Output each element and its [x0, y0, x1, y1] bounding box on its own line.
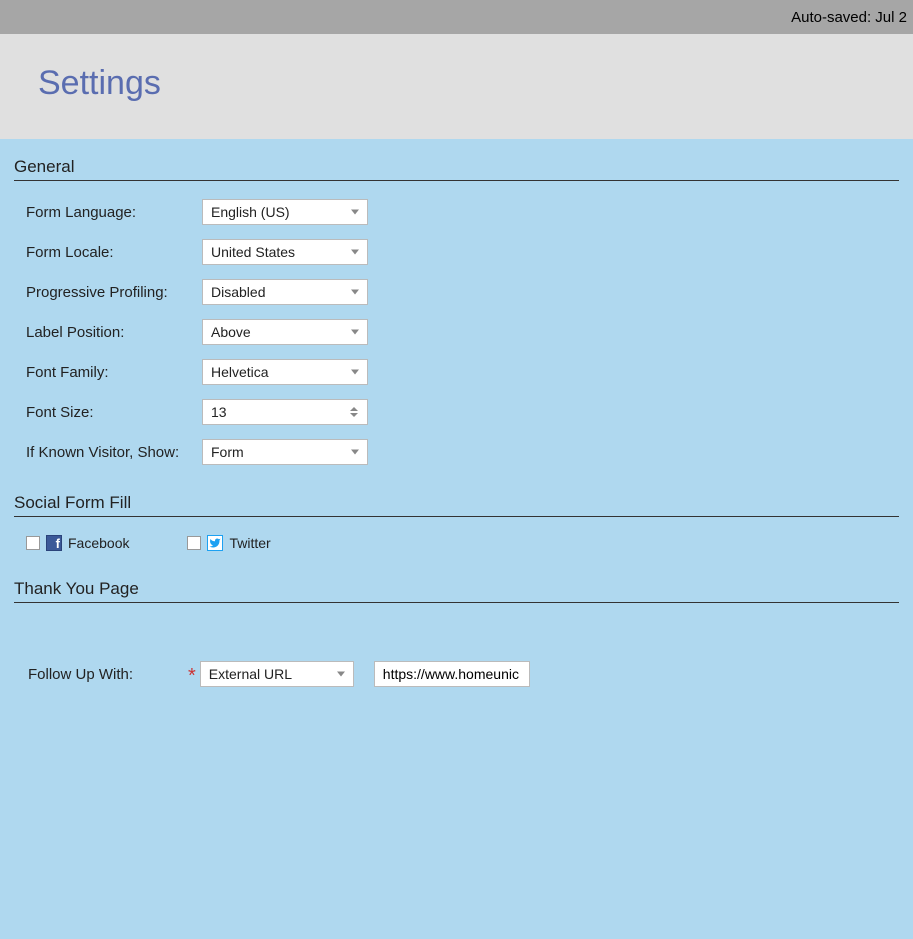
- known-visitor-label: If Known Visitor, Show:: [26, 444, 202, 461]
- followup-select[interactable]: External URL: [200, 661, 354, 687]
- followup-url-input[interactable]: [374, 661, 530, 687]
- chevron-up-icon: [350, 407, 358, 411]
- chevron-down-icon: [351, 210, 359, 215]
- chevron-down-icon: [337, 672, 345, 677]
- social-section: Social Form Fill f Facebook Twitter: [14, 493, 899, 551]
- top-bar: Auto-saved: Jul 2: [0, 0, 913, 34]
- page-header: Settings: [0, 34, 913, 139]
- stepper-icon[interactable]: [350, 400, 362, 424]
- label-position-row: Label Position: Above: [14, 319, 899, 345]
- settings-content: General Form Language: English (US) Form…: [0, 139, 913, 939]
- progressive-profiling-row: Progressive Profiling: Disabled: [14, 279, 899, 305]
- social-section-title: Social Form Fill: [14, 493, 899, 517]
- font-family-select[interactable]: Helvetica: [202, 359, 368, 385]
- form-language-select[interactable]: English (US): [202, 199, 368, 225]
- form-language-row: Form Language: English (US): [14, 199, 899, 225]
- form-language-label: Form Language:: [26, 204, 202, 221]
- font-size-row: Font Size: 13: [14, 399, 899, 425]
- thankyou-section: Thank You Page Follow Up With: * Externa…: [14, 579, 899, 687]
- font-family-value: Helvetica: [211, 364, 269, 380]
- autosave-status: Auto-saved: Jul 2: [791, 9, 907, 26]
- chevron-down-icon: [350, 413, 358, 417]
- twitter-option: Twitter: [187, 535, 270, 551]
- chevron-down-icon: [351, 370, 359, 375]
- chevron-down-icon: [351, 330, 359, 335]
- thankyou-section-title: Thank You Page: [14, 579, 899, 603]
- font-size-input[interactable]: 13: [202, 399, 368, 425]
- twitter-icon: [207, 535, 223, 551]
- progressive-profiling-value: Disabled: [211, 284, 265, 300]
- known-visitor-select[interactable]: Form: [202, 439, 368, 465]
- twitter-checkbox[interactable]: [187, 536, 201, 550]
- font-size-value: 13: [211, 404, 227, 420]
- progressive-profiling-select[interactable]: Disabled: [202, 279, 368, 305]
- progressive-profiling-label: Progressive Profiling:: [26, 284, 202, 301]
- facebook-checkbox[interactable]: [26, 536, 40, 550]
- twitter-label: Twitter: [229, 535, 270, 551]
- form-locale-value: United States: [211, 244, 295, 260]
- known-visitor-value: Form: [211, 444, 244, 460]
- label-position-label: Label Position:: [26, 324, 202, 341]
- facebook-option: f Facebook: [26, 535, 129, 551]
- page-title: Settings: [38, 64, 913, 103]
- font-size-label: Font Size:: [26, 404, 202, 421]
- form-locale-label: Form Locale:: [26, 244, 202, 261]
- label-position-value: Above: [211, 324, 251, 340]
- facebook-icon: f: [46, 535, 62, 551]
- followup-value: External URL: [209, 666, 292, 682]
- chevron-down-icon: [351, 290, 359, 295]
- form-locale-row: Form Locale: United States: [14, 239, 899, 265]
- chevron-down-icon: [351, 250, 359, 255]
- facebook-label: Facebook: [68, 535, 129, 551]
- font-family-label: Font Family:: [26, 364, 202, 381]
- font-family-row: Font Family: Helvetica: [14, 359, 899, 385]
- general-section-title: General: [14, 157, 899, 181]
- social-row: f Facebook Twitter: [14, 535, 899, 551]
- form-language-value: English (US): [211, 204, 290, 220]
- general-section: General Form Language: English (US) Form…: [14, 157, 899, 465]
- chevron-down-icon: [351, 450, 359, 455]
- form-locale-select[interactable]: United States: [202, 239, 368, 265]
- known-visitor-row: If Known Visitor, Show: Form: [14, 439, 899, 465]
- followup-row: Follow Up With: * External URL: [14, 621, 899, 687]
- label-position-select[interactable]: Above: [202, 319, 368, 345]
- followup-label: Follow Up With:: [28, 666, 188, 683]
- required-star-icon: *: [188, 666, 196, 686]
